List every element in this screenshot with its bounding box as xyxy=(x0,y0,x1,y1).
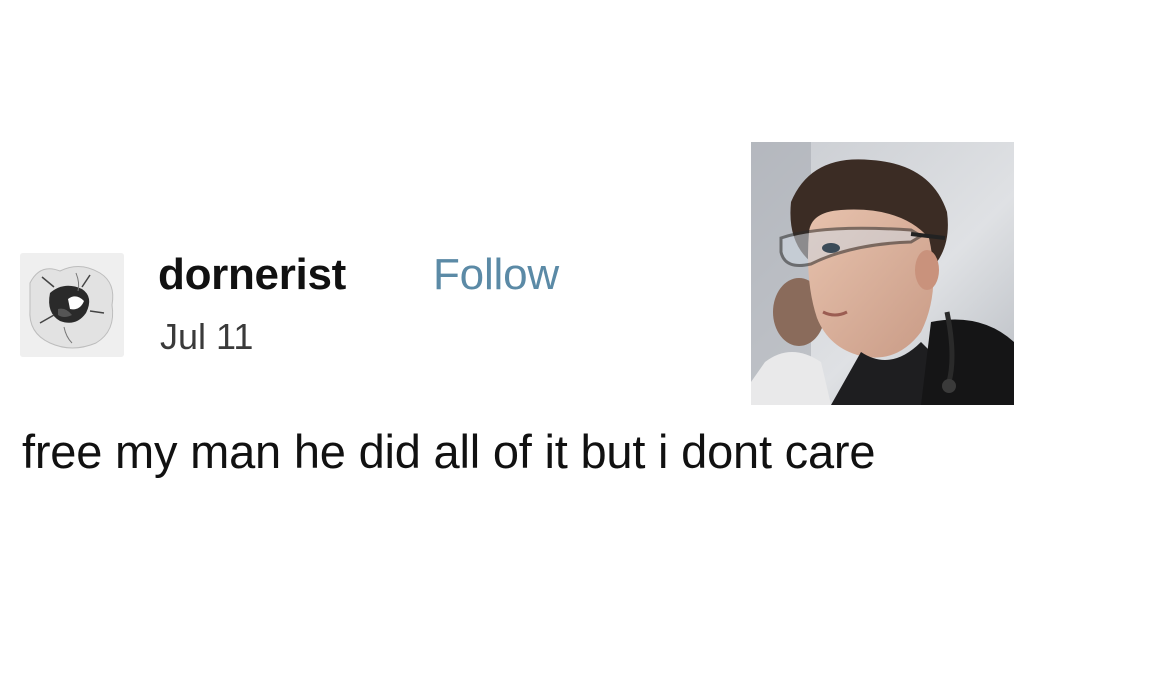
post-text: free my man he did all of it but i dont … xyxy=(22,425,876,478)
post-image xyxy=(751,142,1014,405)
user-avatar[interactable] xyxy=(20,253,124,357)
photo-man-in-safety-glasses-icon xyxy=(751,142,1014,405)
tumblr-post: dornerist Follow Jul 11 free my man he d… xyxy=(0,0,1169,681)
follow-button[interactable]: Follow xyxy=(433,249,559,301)
post-date[interactable]: Jul 11 xyxy=(160,315,253,359)
username[interactable]: dornerist xyxy=(158,249,346,301)
avatar-sketch-icon xyxy=(20,253,124,357)
